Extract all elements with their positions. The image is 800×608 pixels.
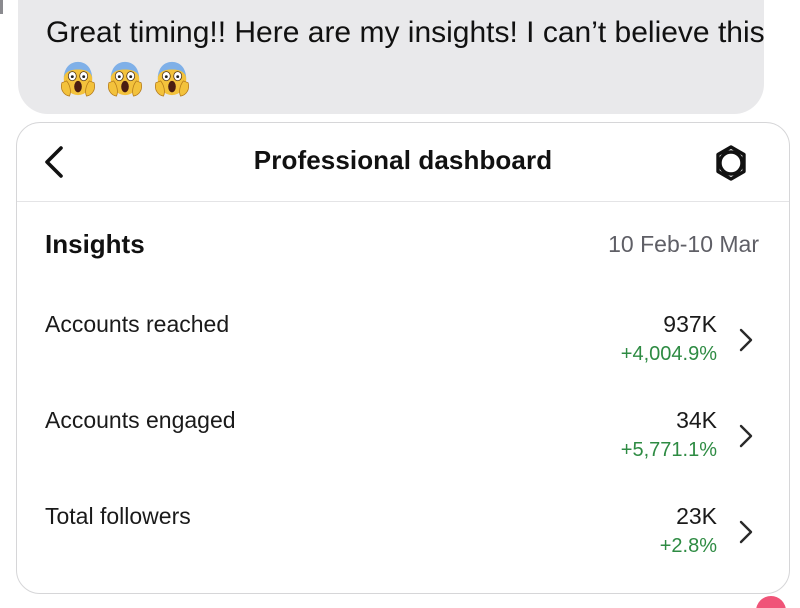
metric-value: 23K	[676, 503, 717, 529]
chevron-right-icon	[739, 520, 753, 544]
metric-label: Accounts reached	[45, 311, 230, 337]
message-bubble[interactable]: Great timing!! Here are my insights! I c…	[18, 0, 765, 114]
metric-label: Total followers	[45, 503, 191, 529]
metric-change: +4,004.9%	[620, 343, 717, 365]
edge-marker	[0, 0, 3, 14]
chevron-right-icon	[739, 328, 753, 352]
metric-change: +2.8%	[659, 535, 717, 557]
metric-label: Accounts engaged	[45, 407, 236, 433]
settings-ring-icon[interactable]	[711, 143, 751, 183]
screaming-face-emoji	[155, 61, 189, 97]
metric-row-accounts-engaged[interactable]: Accounts engaged 34K +5,771.1%	[17, 399, 789, 479]
metric-value: 937K	[663, 311, 717, 337]
message-text: Great timing!! Here are my insights! I c…	[46, 8, 776, 108]
insights-title: Insights	[45, 229, 145, 259]
notification-dot	[756, 596, 786, 608]
date-range-label[interactable]: 10 Feb-10 Mar	[608, 231, 759, 258]
professional-dashboard-card: Professional dashboard Insights 10 Feb-1…	[16, 122, 790, 594]
metric-row-accounts-reached[interactable]: Accounts reached 937K +4,004.9%	[17, 303, 789, 383]
page-title: Professional dashboard	[253, 145, 553, 175]
metric-value: 34K	[676, 407, 717, 433]
metric-change: +5,771.1%	[620, 439, 717, 461]
screaming-face-emoji	[61, 61, 95, 97]
screenshot: Great timing!! Here are my insights! I c…	[0, 0, 800, 608]
dashboard-header: Professional dashboard	[17, 123, 789, 202]
metric-row-total-followers[interactable]: Total followers 23K +2.8%	[17, 495, 789, 575]
screaming-face-emoji	[108, 61, 142, 97]
chevron-right-icon	[739, 424, 753, 448]
message-text-content: Great timing!! Here are my insights! I c…	[46, 16, 765, 49]
insights-heading-row: Insights 10 Feb-10 Mar	[45, 229, 759, 265]
